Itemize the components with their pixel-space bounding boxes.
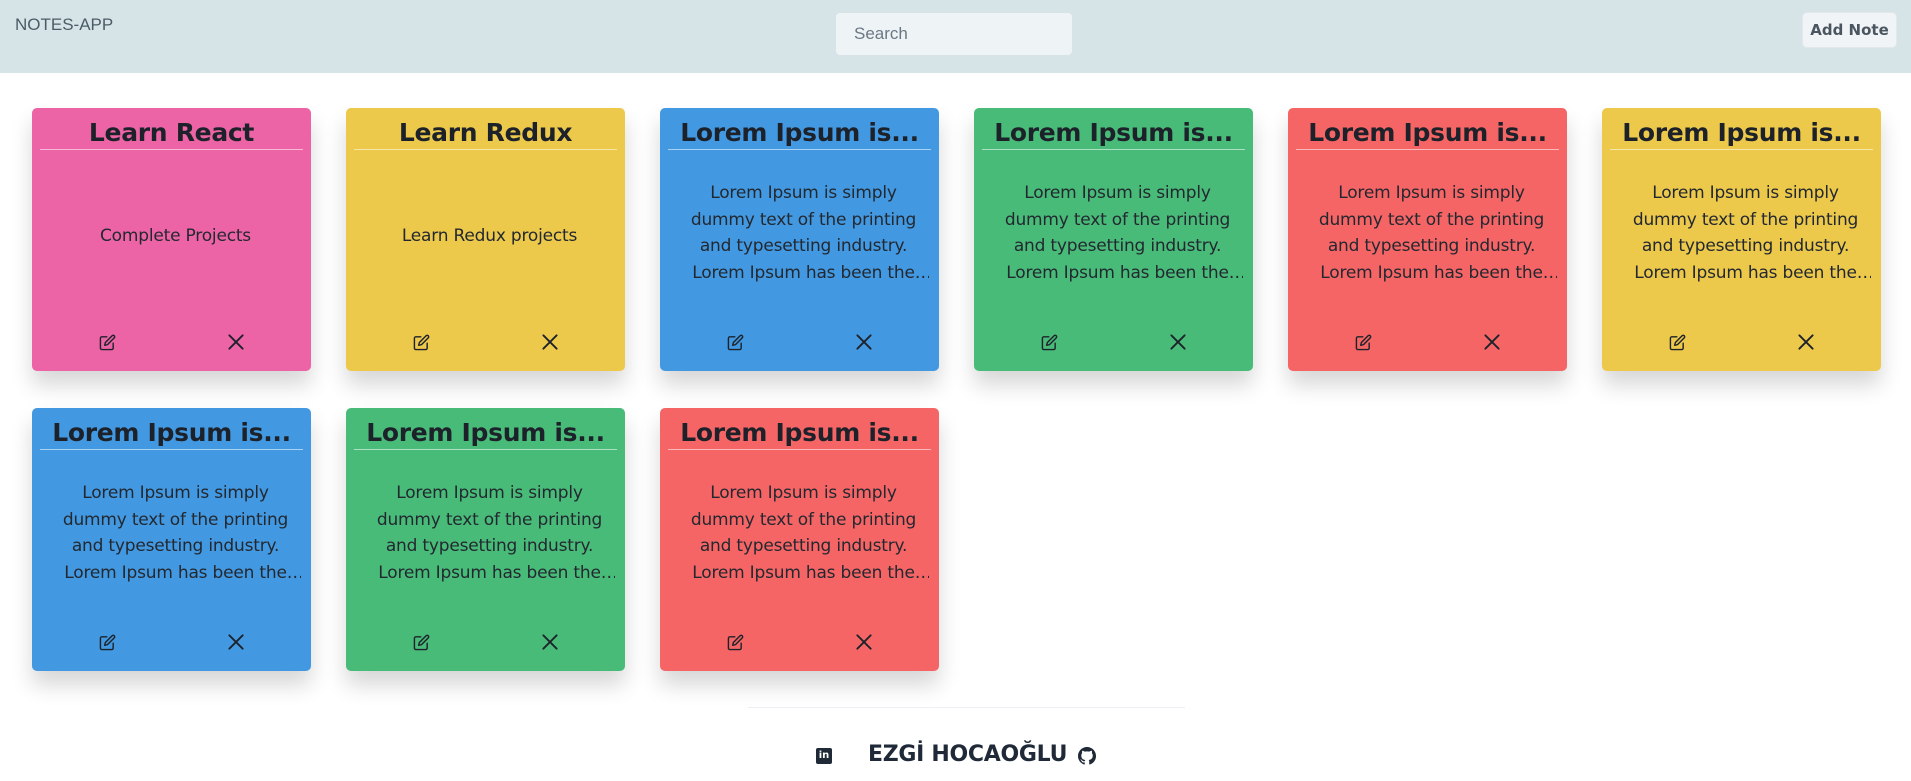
note-title: Lorem Ipsum is...: [680, 418, 919, 447]
edit-button[interactable]: [409, 330, 433, 354]
linkedin-icon[interactable]: in: [816, 748, 832, 764]
edit-button[interactable]: [723, 630, 747, 654]
footer: in EZGİ HOCAOĞLU: [0, 742, 1911, 772]
close-icon: [228, 334, 244, 350]
note-card: Lorem Ipsum is... Lorem Ipsum is simply …: [1602, 108, 1881, 371]
delete-button[interactable]: [538, 630, 562, 654]
note-actions: [346, 630, 625, 654]
note-divider: [354, 149, 617, 150]
note-divider: [982, 149, 1245, 150]
note-card: Lorem Ipsum is... Lorem Ipsum is simply …: [660, 108, 939, 371]
note-divider: [40, 149, 303, 150]
delete-button[interactable]: [1166, 330, 1190, 354]
edit-icon: [727, 634, 743, 650]
author-name: EZGİ HOCAOĞLU: [868, 742, 1068, 767]
notes-grid: Learn React Complete Projects Learn Redu…: [32, 108, 1882, 671]
note-divider: [40, 449, 303, 450]
note-title: Lorem Ipsum is...: [366, 418, 605, 447]
note-title: Lorem Ipsum is...: [1622, 118, 1861, 147]
delete-button[interactable]: [538, 330, 562, 354]
note-actions: [32, 630, 311, 654]
note-divider: [668, 149, 931, 150]
note-card: Lorem Ipsum is... Lorem Ipsum is simply …: [346, 408, 625, 671]
note-card: Lorem Ipsum is... Lorem Ipsum is simply …: [974, 108, 1253, 371]
close-icon: [1484, 334, 1500, 350]
app-brand[interactable]: NOTES-APP: [15, 15, 113, 35]
delete-button[interactable]: [224, 330, 248, 354]
add-note-button[interactable]: Add Note: [1802, 12, 1897, 48]
note-title: Lorem Ipsum is...: [52, 418, 291, 447]
delete-button[interactable]: [1480, 330, 1504, 354]
close-icon: [1798, 334, 1814, 350]
note-title: Lorem Ipsum is...: [1308, 118, 1547, 147]
note-title: Lorem Ipsum is...: [994, 118, 1233, 147]
edit-icon: [99, 634, 115, 650]
edit-button[interactable]: [95, 630, 119, 654]
close-icon: [542, 634, 558, 650]
close-icon: [542, 334, 558, 350]
edit-button[interactable]: [1351, 330, 1375, 354]
note-title: Learn React: [88, 118, 255, 147]
footer-divider: [748, 707, 1185, 708]
search-input[interactable]: [835, 12, 1073, 56]
note-body: Complete Projects: [100, 226, 251, 246]
note-body: Learn Redux projects: [401, 226, 578, 246]
close-icon: [856, 334, 872, 350]
note-actions: [1288, 330, 1567, 354]
note-divider: [668, 449, 931, 450]
note-actions: [346, 330, 625, 354]
delete-button[interactable]: [224, 630, 248, 654]
note-title: Lorem Ipsum is...: [680, 118, 919, 147]
note-divider: [354, 449, 617, 450]
edit-icon: [1041, 334, 1057, 350]
github-icon[interactable]: [1078, 747, 1096, 765]
close-icon: [1170, 334, 1186, 350]
edit-icon: [413, 334, 429, 350]
edit-icon: [99, 334, 115, 350]
note-body: Lorem Ipsum is simply dummy text of the …: [1318, 183, 1545, 283]
note-body: Lorem Ipsum is simply dummy text of the …: [1632, 183, 1859, 283]
delete-button[interactable]: [852, 330, 876, 354]
note-actions: [660, 330, 939, 354]
note-actions: [32, 330, 311, 354]
edit-icon: [413, 634, 429, 650]
note-card: Lorem Ipsum is... Lorem Ipsum is simply …: [660, 408, 939, 671]
note-body: Lorem Ipsum is simply dummy text of the …: [376, 483, 603, 583]
note-divider: [1296, 149, 1559, 150]
edit-icon: [1669, 334, 1685, 350]
edit-button[interactable]: [1037, 330, 1061, 354]
note-body: Lorem Ipsum is simply dummy text of the …: [62, 483, 289, 583]
edit-button[interactable]: [723, 330, 747, 354]
note-actions: [660, 630, 939, 654]
note-title: Learn Redux: [398, 118, 573, 147]
note-card: Lorem Ipsum is... Lorem Ipsum is simply …: [32, 408, 311, 671]
note-card: Learn Redux Learn Redux projects: [346, 108, 625, 371]
edit-button[interactable]: [1665, 330, 1689, 354]
edit-button[interactable]: [95, 330, 119, 354]
delete-button[interactable]: [1794, 330, 1818, 354]
note-card: Learn React Complete Projects: [32, 108, 311, 371]
note-actions: [1602, 330, 1881, 354]
delete-button[interactable]: [852, 630, 876, 654]
navbar: NOTES-APP Add Note: [0, 0, 1911, 73]
note-body: Lorem Ipsum is simply dummy text of the …: [690, 483, 917, 583]
note-body: Lorem Ipsum is simply dummy text of the …: [1004, 183, 1231, 283]
close-icon: [228, 634, 244, 650]
note-card: Lorem Ipsum is... Lorem Ipsum is simply …: [1288, 108, 1567, 371]
note-divider: [1610, 149, 1873, 150]
note-body: Lorem Ipsum is simply dummy text of the …: [690, 183, 917, 283]
edit-button[interactable]: [409, 630, 433, 654]
edit-icon: [1355, 334, 1371, 350]
note-actions: [974, 330, 1253, 354]
edit-icon: [727, 334, 743, 350]
close-icon: [856, 634, 872, 650]
